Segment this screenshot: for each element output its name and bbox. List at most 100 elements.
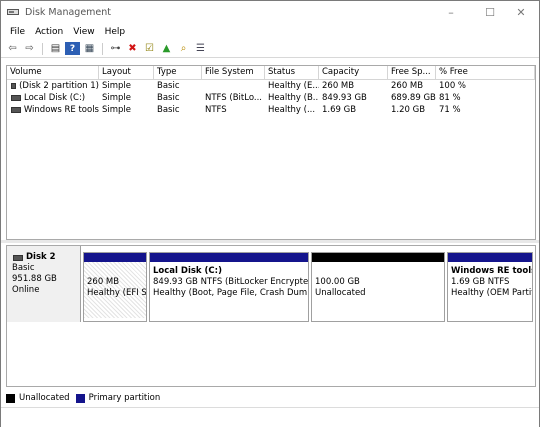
capacity-cell: 849.93 GB <box>322 93 367 103</box>
back-arrow-icon[interactable]: ⇦ <box>5 42 20 55</box>
volume-name: (Disk 2 partition 1) <box>19 81 99 91</box>
legend-swatch-unallocated <box>6 393 15 403</box>
menu-help[interactable]: Help <box>100 27 131 37</box>
partition-status: Unallocated <box>315 288 366 298</box>
column-header-file-system[interactable]: File System <box>202 66 265 79</box>
partition-name <box>315 266 441 277</box>
toolbar: ⇦ ⇨ ▤ ? ▦ ⊶ ✖ ☑ ▲ ⌕ ☰ <box>1 40 539 58</box>
column-header-volume[interactable]: Volume <box>7 66 99 79</box>
volume-list-header: Volume Layout Type File System Status Ca… <box>7 66 535 80</box>
status-cell: Healthy (B... <box>268 93 319 103</box>
layout-cell: Simple <box>102 81 132 91</box>
partition-name <box>87 266 143 277</box>
partition-windows-re-tools[interactable]: Windows RE tools 1.69 GB NTFS Healthy (O… <box>447 252 533 322</box>
column-header-type[interactable]: Type <box>154 66 202 79</box>
partition-color-bar <box>150 253 308 262</box>
menu-file[interactable]: File <box>5 27 30 37</box>
table-row[interactable]: (Disk 2 partition 1) Simple Basic Health… <box>7 80 535 92</box>
minimize-button[interactable]: – <box>433 1 469 23</box>
toolbar-separator <box>102 42 103 55</box>
disk-icon <box>13 254 23 261</box>
status-cell: Healthy (E... <box>268 81 319 91</box>
volume-name: Windows RE tools <box>23 105 99 115</box>
drive-icon <box>11 95 21 101</box>
file-system-cell: NTFS <box>205 105 227 115</box>
free-space-cell: 1.20 GB <box>391 105 426 115</box>
disk-status: Online <box>12 285 40 295</box>
type-cell: Basic <box>157 93 180 103</box>
volume-name-cell: Local Disk (C:) <box>7 92 99 104</box>
help-icon[interactable]: ? <box>65 42 80 55</box>
status-cell: Healthy (... <box>268 105 316 115</box>
column-header-percent-free[interactable]: % Free <box>436 66 535 79</box>
column-header-free-space[interactable]: Free Sp... <box>388 66 436 79</box>
check-icon[interactable]: ☑ <box>142 42 157 55</box>
partition-body: 260 MB Healthy (EFI Sy <box>84 262 146 318</box>
partition-name: Local Disk (C:) <box>153 266 222 276</box>
table-row[interactable]: Local Disk (C:) Simple Basic NTFS (BitLo… <box>7 92 535 104</box>
disk-name-row: Disk 2 <box>12 252 80 263</box>
connect-icon[interactable]: ⊶ <box>108 42 123 55</box>
legend-swatch-primary <box>75 393 85 403</box>
table-row[interactable]: Windows RE tools Simple Basic NTFS Healt… <box>7 104 535 116</box>
disk-graphical-view: Disk 2 Basic 951.88 GB Online 260 MB Hea… <box>6 245 536 387</box>
volume-list[interactable]: Volume Layout Type File System Status Ca… <box>6 65 536 240</box>
partition-efi[interactable]: 260 MB Healthy (EFI Sy <box>83 252 147 322</box>
partition-size: 260 MB <box>87 277 120 287</box>
partition-size: 100.00 GB <box>315 277 360 287</box>
volume-name: Local Disk (C:) <box>24 93 86 103</box>
type-cell: Basic <box>157 105 180 115</box>
delete-icon[interactable]: ✖ <box>125 42 140 55</box>
file-system-cell <box>202 80 265 92</box>
legend-label-primary: Primary partition <box>88 393 161 403</box>
partition-color-bar <box>448 253 532 262</box>
partition-size: 1.69 GB NTFS <box>451 277 510 287</box>
capacity-cell: 1.69 GB <box>322 105 357 115</box>
column-header-status[interactable]: Status <box>265 66 319 79</box>
show-hide-tree-icon[interactable]: ▤ <box>48 42 63 55</box>
disk-info-panel[interactable]: Disk 2 Basic 951.88 GB Online <box>7 246 81 322</box>
free-space-cell: 260 MB <box>391 81 424 91</box>
partition-status: Healthy (EFI Sy <box>87 288 146 298</box>
properties-icon[interactable]: ▦ <box>82 42 97 55</box>
forward-arrow-icon[interactable]: ⇨ <box>22 42 37 55</box>
percent-free-cell: 100 % <box>439 81 467 91</box>
layout-cell: Simple <box>102 93 132 103</box>
menu-action[interactable]: Action <box>30 27 68 37</box>
drive-icon <box>11 83 17 89</box>
partition-body: 100.00 GB Unallocated <box>312 262 444 318</box>
partition-local-disk-c[interactable]: Local Disk (C:) 849.93 GB NTFS (BitLocke… <box>149 252 309 322</box>
disk-management-window: Disk Management – ☐ ✕ File Action View H… <box>0 0 540 427</box>
pane-splitter[interactable] <box>1 240 539 243</box>
partition-color-bar <box>84 253 146 262</box>
drive-icon <box>11 107 21 113</box>
partition-body: Windows RE tools 1.69 GB NTFS Healthy (O… <box>448 262 532 318</box>
toolbar-separator <box>42 42 43 55</box>
list-view-icon[interactable]: ☰ <box>193 42 208 55</box>
status-bar <box>1 407 539 427</box>
type-cell: Basic <box>157 81 180 91</box>
legend-label-unallocated: Unallocated <box>19 393 70 403</box>
volume-name-cell: (Disk 2 partition 1) <box>7 80 99 92</box>
partition-size: 849.93 GB NTFS (BitLocker Encrypted) <box>153 277 308 287</box>
column-header-layout[interactable]: Layout <box>99 66 154 79</box>
menu-bar: File Action View Help <box>1 23 539 40</box>
close-button[interactable]: ✕ <box>503 1 539 23</box>
search-icon[interactable]: ⌕ <box>176 42 191 55</box>
legend: Unallocated Primary partition <box>6 393 160 403</box>
partition-status: Healthy (Boot, Page File, Crash Dump, P <box>153 288 308 298</box>
column-header-capacity[interactable]: Capacity <box>319 66 388 79</box>
open-icon[interactable]: ▲ <box>159 42 174 55</box>
file-system-cell: NTFS (BitLo... <box>205 93 262 103</box>
menu-view[interactable]: View <box>68 27 99 37</box>
volume-name-cell: Windows RE tools <box>7 104 99 116</box>
partition-unallocated[interactable]: 100.00 GB Unallocated <box>311 252 445 322</box>
capacity-cell: 260 MB <box>322 81 355 91</box>
partition-body: Local Disk (C:) 849.93 GB NTFS (BitLocke… <box>150 262 308 318</box>
percent-free-cell: 81 % <box>439 93 461 103</box>
layout-cell: Simple <box>102 105 132 115</box>
disk-size: 951.88 GB <box>12 274 57 284</box>
window-title: Disk Management <box>25 6 112 18</box>
free-space-cell: 689.89 GB <box>391 93 436 103</box>
disk-name: Disk 2 <box>26 252 56 262</box>
